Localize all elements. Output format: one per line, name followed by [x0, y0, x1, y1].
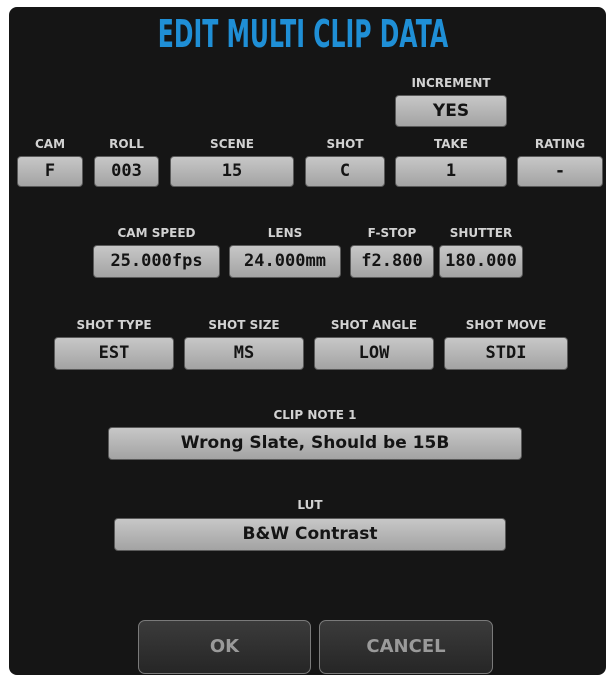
f-stop-label: F-STOP: [367, 226, 417, 240]
lut-label: LUT: [297, 498, 323, 512]
shot-type-field[interactable]: EST: [54, 337, 174, 370]
cancel-button[interactable]: CANCEL: [319, 620, 493, 674]
shutter-field[interactable]: 180.000: [439, 245, 523, 278]
cam-field[interactable]: F: [17, 156, 83, 187]
ok-button[interactable]: OK: [138, 620, 311, 674]
clip-note-label: CLIP NOTE 1: [273, 408, 357, 422]
shot-size-label: SHOT SIZE: [208, 318, 280, 332]
increment-label: INCREMENT: [411, 76, 491, 90]
shot-type-label: SHOT TYPE: [76, 318, 152, 332]
clip-note-field[interactable]: Wrong Slate, Should be 15B: [108, 427, 522, 460]
cam-label: CAM: [34, 137, 66, 151]
shot-field[interactable]: C: [305, 156, 385, 187]
shot-angle-label: SHOT ANGLE: [330, 318, 418, 332]
rating-label: RATING: [534, 137, 586, 151]
shutter-label: SHUTTER: [449, 226, 513, 240]
take-label: TAKE: [433, 137, 469, 151]
f-stop-field[interactable]: f2.800: [350, 245, 434, 278]
rating-field[interactable]: -: [517, 156, 603, 187]
lut-field[interactable]: B&W Contrast: [114, 518, 506, 551]
lens-field[interactable]: 24.000mm: [229, 245, 341, 278]
lens-label: LENS: [267, 226, 303, 240]
increment-field[interactable]: YES: [395, 95, 507, 127]
take-field[interactable]: 1: [395, 156, 507, 187]
roll-label: ROLL: [109, 137, 144, 151]
dialog-title: EDIT MULTI CLIP DATA: [157, 12, 449, 56]
scene-field[interactable]: 15: [170, 156, 294, 187]
shot-move-field[interactable]: STDI: [444, 337, 568, 370]
roll-field[interactable]: 003: [94, 156, 159, 187]
shot-size-field[interactable]: MS: [184, 337, 304, 370]
shot-label: SHOT: [326, 137, 364, 151]
scene-label: SCENE: [210, 137, 254, 151]
cam-speed-field[interactable]: 25.000fps: [93, 245, 220, 278]
shot-angle-field[interactable]: LOW: [314, 337, 434, 370]
shot-move-label: SHOT MOVE: [465, 318, 547, 332]
cam-speed-label: CAM SPEED: [117, 226, 196, 240]
